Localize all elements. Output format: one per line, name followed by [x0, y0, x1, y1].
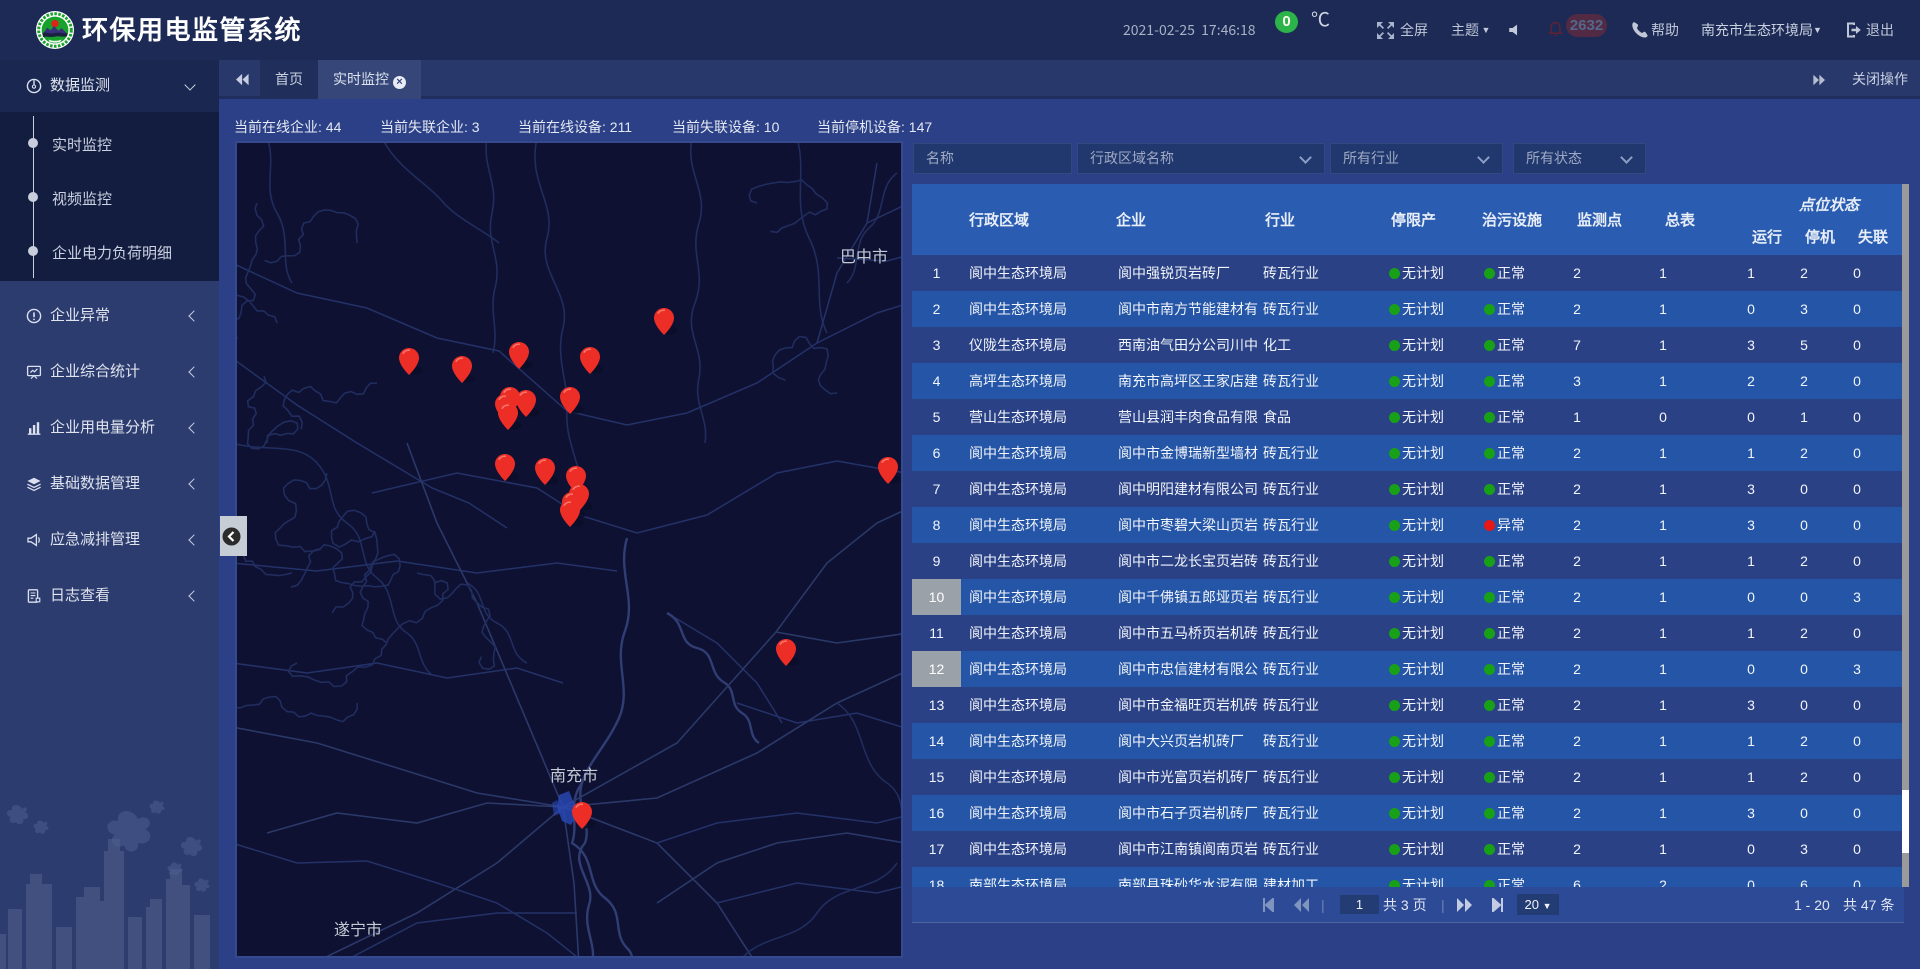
svg-text:巴中市: 巴中市 — [840, 248, 888, 266]
svg-text:南充市: 南充市 — [550, 767, 598, 785]
svg-text:遂宁市: 遂宁市 — [334, 921, 382, 939]
